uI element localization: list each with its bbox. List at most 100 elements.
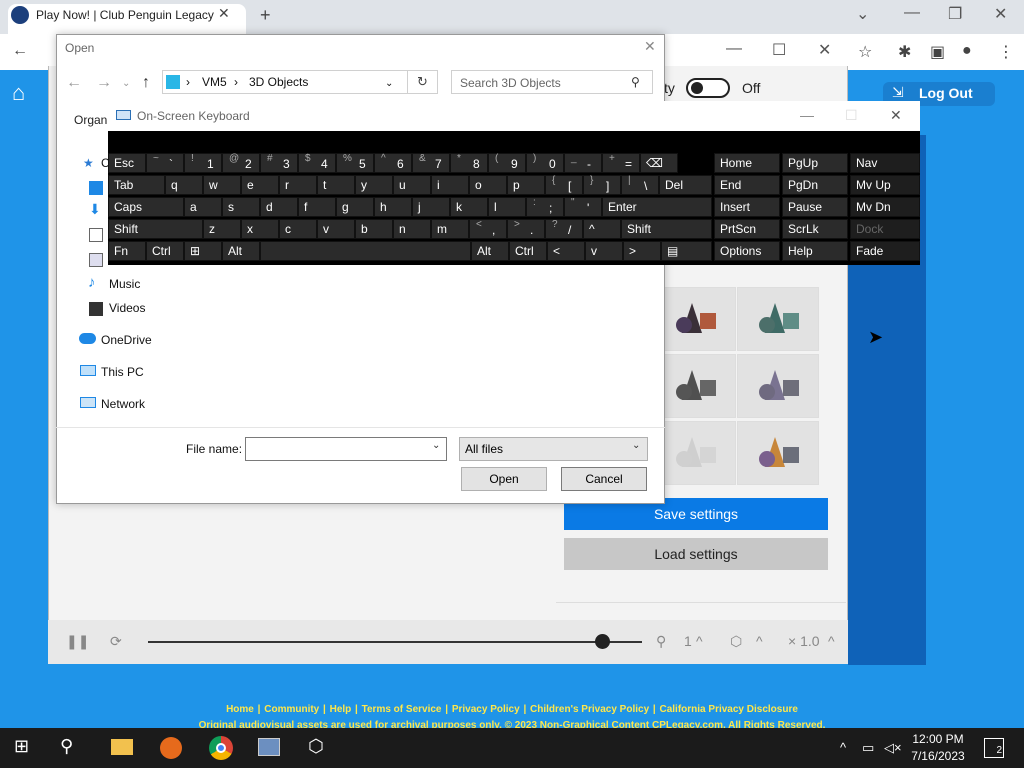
recent-icon[interactable]: ⌄ <box>122 78 130 89</box>
key-row2-3[interactable]: e <box>241 175 279 195</box>
pause-icon[interactable]: ❚❚ <box>66 633 89 650</box>
key-row5-1[interactable]: Ctrl <box>146 241 184 261</box>
cancel-button[interactable]: Cancel <box>561 467 647 491</box>
key-row1-11[interactable]: ) 0 <box>526 153 564 173</box>
key-row2-1[interactable]: q <box>165 175 203 195</box>
viewer-close-icon[interactable]: ✕ <box>818 40 831 60</box>
key-row2-2[interactable]: w <box>203 175 241 195</box>
file-type-select[interactable]: All files <box>459 437 648 461</box>
osk-taskbar-icon[interactable] <box>258 738 280 756</box>
search-input[interactable]: Search 3D Objects <box>451 70 653 94</box>
path-segment-vm5[interactable]: VM5 <box>202 75 227 89</box>
osk-close-icon[interactable]: ✕ <box>890 107 902 124</box>
nav-key-end[interactable]: End <box>714 175 780 195</box>
key-row5-4[interactable] <box>260 241 471 261</box>
nav-forward-icon[interactable]: → <box>96 74 112 92</box>
file-name-input[interactable] <box>245 437 447 461</box>
nav-item-network[interactable]: Network <box>101 397 145 411</box>
footer-link-children-privacy[interactable]: Children's Privacy Policy <box>530 704 649 715</box>
key-row1-4[interactable]: #3 <box>260 153 298 173</box>
key-row4-5[interactable]: b <box>355 219 393 239</box>
key-row4-7[interactable]: m <box>431 219 469 239</box>
sidepanel-icon[interactable]: ▣ <box>930 42 945 62</box>
nav-key-help[interactable]: Help <box>782 241 848 261</box>
footer-link-help[interactable]: Help <box>330 704 352 715</box>
refresh-button[interactable]: ↻ <box>408 70 438 94</box>
star-icon[interactable]: ☆ <box>858 42 872 62</box>
tab-close-icon[interactable]: ✕ <box>218 5 230 22</box>
key-row1-1[interactable]: ~ ` <box>146 153 184 173</box>
volume-muted-icon[interactable]: ◁× <box>884 740 902 756</box>
nav-item-videos[interactable]: Videos <box>109 301 145 315</box>
viewer-maximize-icon[interactable]: ☐ <box>772 40 786 60</box>
key-row2-12[interactable]: }] <box>583 175 621 195</box>
key-row5-5[interactable]: Alt <box>471 241 509 261</box>
nav-key-scrlk[interactable]: ScrLk <box>782 219 848 239</box>
key-row4-2[interactable]: x <box>241 219 279 239</box>
key-row4-10[interactable]: ? / <box>545 219 583 239</box>
notification-center-icon[interactable]: 2 <box>984 738 1004 758</box>
nav-key-pgup[interactable]: PgUp <box>782 153 848 173</box>
clock[interactable]: 12:00 PM 7/16/2023 <box>908 732 968 763</box>
key-row5-9[interactable]: > <box>623 241 661 261</box>
key-row1-2[interactable]: ! 1 <box>184 153 222 173</box>
footer-link-home[interactable]: Home <box>226 704 254 715</box>
osk-minimize-icon[interactable]: — <box>800 107 814 123</box>
key-row4-11[interactable]: ^ <box>583 219 621 239</box>
key-row5-3[interactable]: Alt <box>222 241 260 261</box>
key-row2-11[interactable]: {[ <box>545 175 583 195</box>
restore-icon[interactable]: ❐ <box>948 4 962 24</box>
counter-up-icon[interactable]: ^ <box>696 633 703 649</box>
key-row2-7[interactable]: u <box>393 175 431 195</box>
file-type-dropdown-icon[interactable]: ⌄ <box>632 440 640 451</box>
tray-chevron-icon[interactable]: ^ <box>840 740 846 755</box>
key-row3-12[interactable]: Enter <box>602 197 712 217</box>
key-row4-6[interactable]: n <box>393 219 431 239</box>
nav-key-pgdn[interactable]: PgDn <box>782 175 848 195</box>
organize-menu[interactable]: Organi <box>74 113 110 127</box>
key-row3-9[interactable]: l <box>488 197 526 217</box>
nav-key-prtscn[interactable]: PrtScn <box>714 219 780 239</box>
key-row3-1[interactable]: a <box>184 197 222 217</box>
key-row2-6[interactable]: y <box>355 175 393 195</box>
footer-link-terms[interactable]: Terms of Service <box>362 704 442 715</box>
firefox-icon[interactable] <box>160 737 182 759</box>
key-row3-7[interactable]: j <box>412 197 450 217</box>
key-row2-10[interactable]: p <box>507 175 545 195</box>
dialog-close-icon[interactable]: ✕ <box>644 38 656 55</box>
key-row4-1[interactable]: z <box>203 219 241 239</box>
search-taskbar-icon[interactable]: ⚲ <box>60 736 73 757</box>
key-row3-5[interactable]: g <box>336 197 374 217</box>
network-tray-icon[interactable]: ▭ <box>862 740 874 756</box>
key-row4-12[interactable]: Shift <box>621 219 712 239</box>
nav-up-icon[interactable]: ↑ <box>142 74 150 92</box>
key-row3-6[interactable]: h <box>374 197 412 217</box>
key-row1-3[interactable]: @2 <box>222 153 260 173</box>
file-name-dropdown-icon[interactable]: ⌄ <box>432 440 440 451</box>
minimize-icon[interactable]: — <box>904 4 920 22</box>
menu-icon[interactable]: ⋮ <box>998 42 1014 62</box>
key-row3-4[interactable]: f <box>298 197 336 217</box>
key-row1-14[interactable]: ⌫ <box>640 153 678 173</box>
address-dropdown-icon[interactable]: ⌄ <box>385 78 393 89</box>
speed-up-icon[interactable]: ^ <box>828 633 835 649</box>
nav-item-music[interactable]: Music <box>109 277 140 291</box>
key-row2-8[interactable]: i <box>431 175 469 195</box>
timeline-slider[interactable] <box>148 641 642 643</box>
key-row2-13[interactable]: | \ <box>621 175 659 195</box>
key-row1-8[interactable]: & 7 <box>412 153 450 173</box>
open-button[interactable]: Open <box>461 467 547 491</box>
back-arrow-icon[interactable]: ← <box>12 42 28 60</box>
key-row1-13[interactable]: + = <box>602 153 640 173</box>
key-row1-0[interactable]: Esc <box>108 153 146 173</box>
nav-key-mv-up[interactable]: Mv Up <box>850 175 920 195</box>
key-row4-8[interactable]: <, <box>469 219 507 239</box>
key-row1-10[interactable]: (9 <box>488 153 526 173</box>
key-row4-4[interactable]: v <box>317 219 355 239</box>
key-row4-9[interactable]: >. <box>507 219 545 239</box>
key-row1-12[interactable]: _ - <box>564 153 602 173</box>
nav-key-dock[interactable]: Dock <box>850 219 920 239</box>
key-row2-4[interactable]: r <box>279 175 317 195</box>
key-row1-7[interactable]: ^ 6 <box>374 153 412 173</box>
nav-key-home[interactable]: Home <box>714 153 780 173</box>
